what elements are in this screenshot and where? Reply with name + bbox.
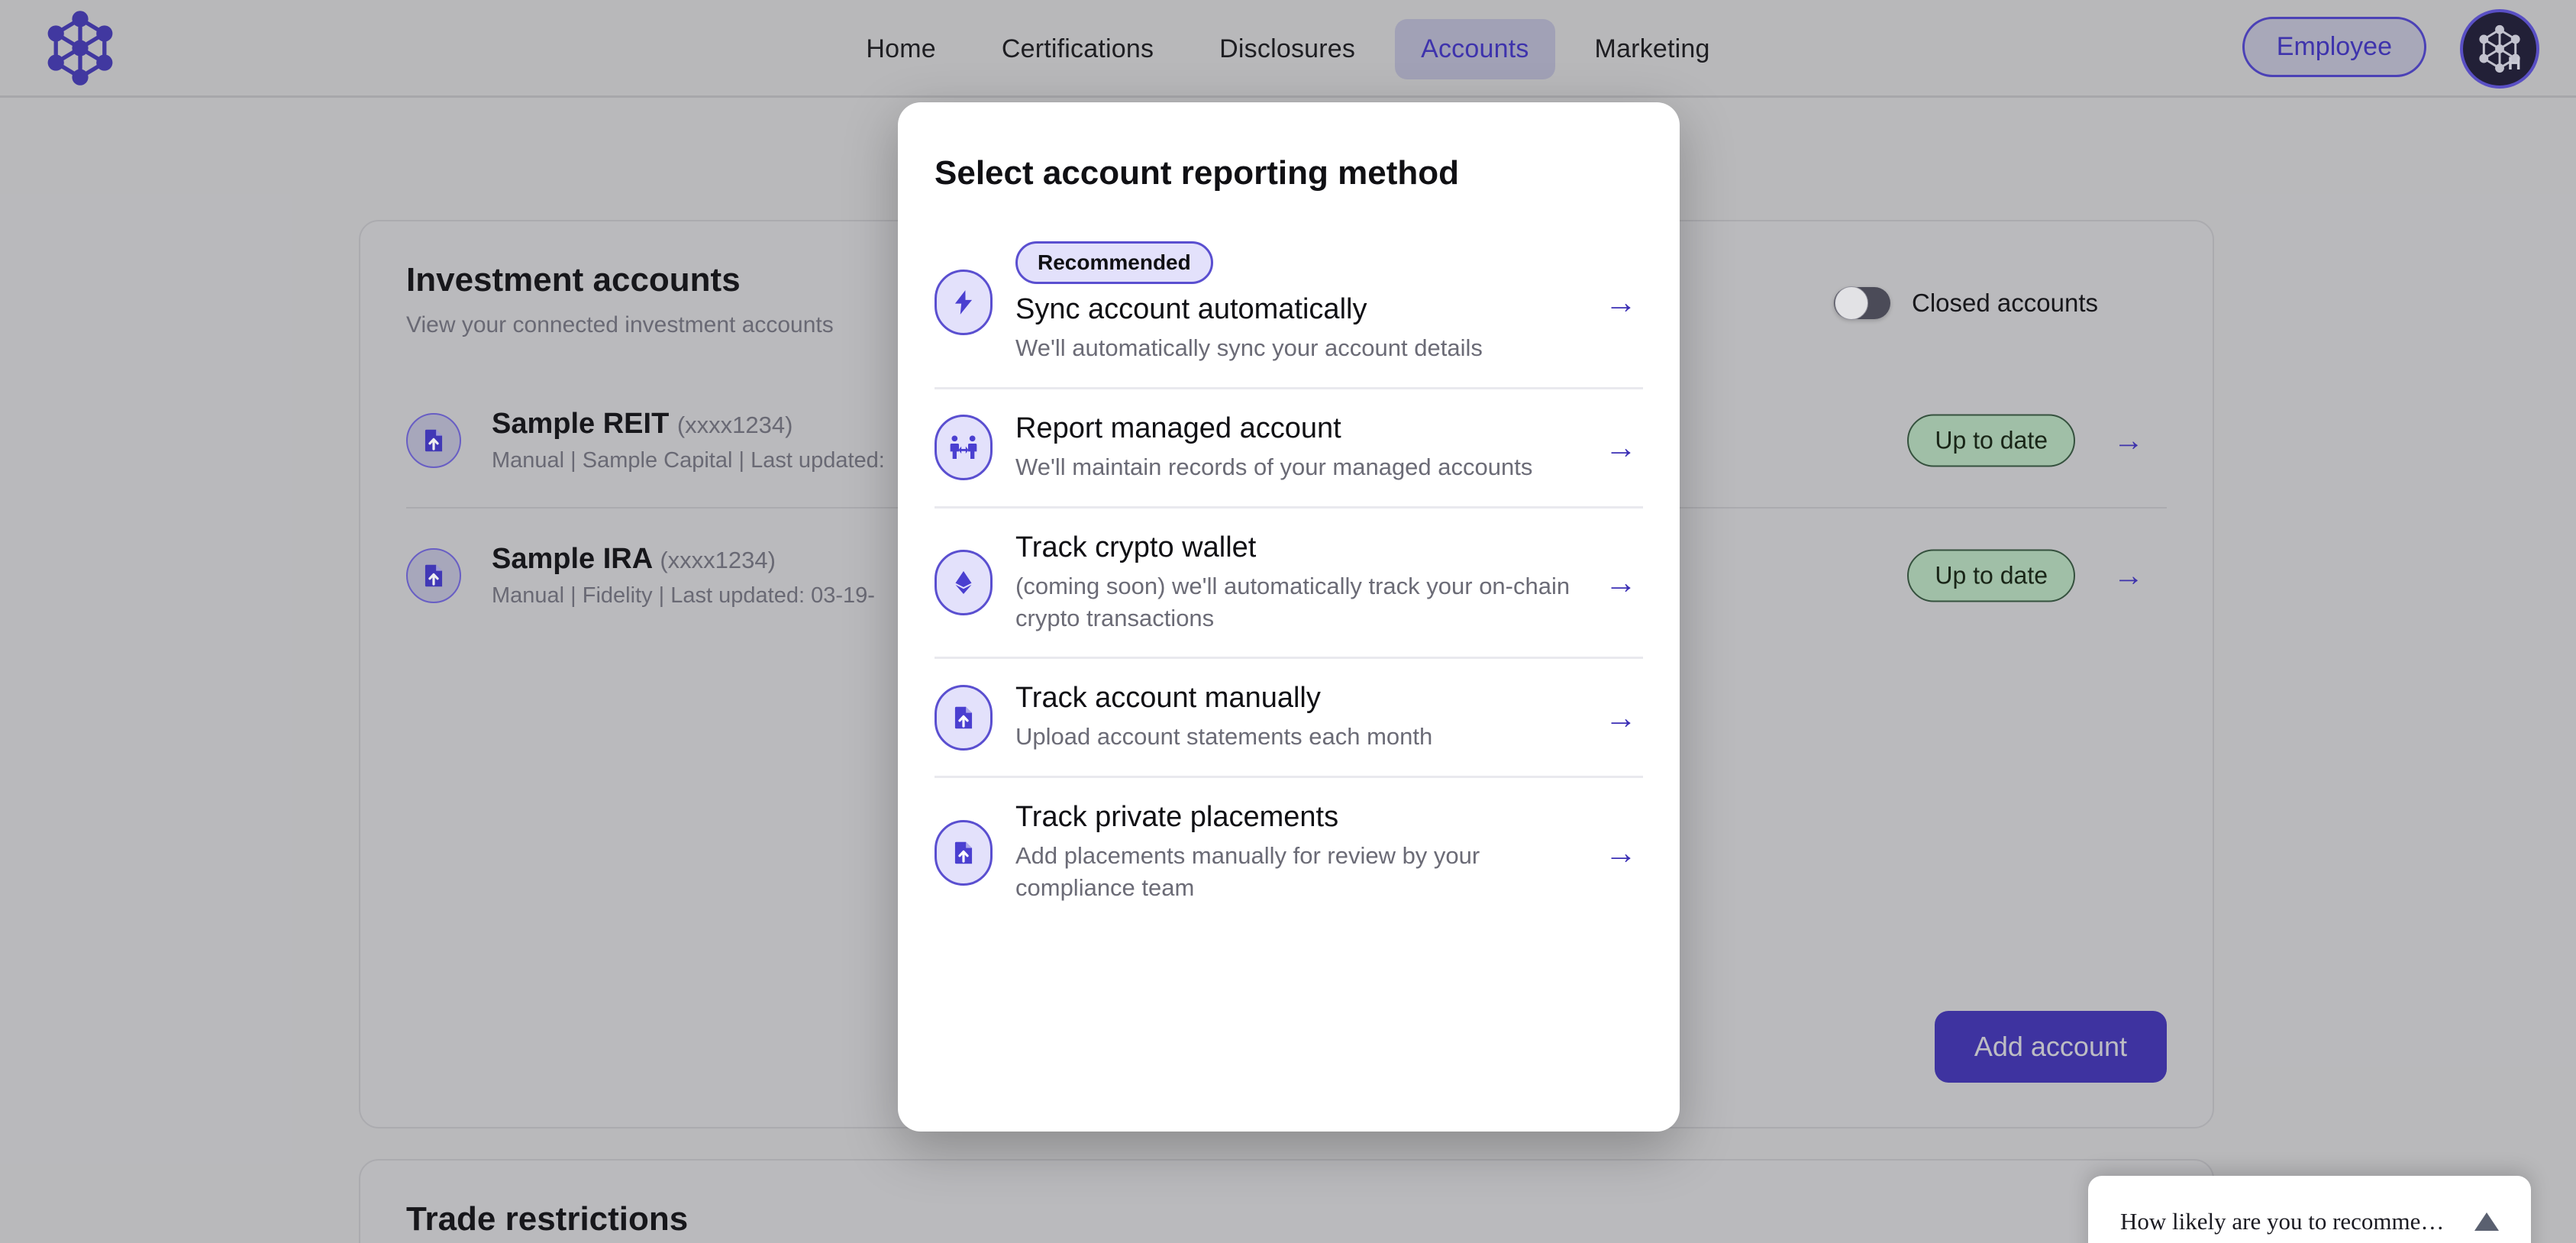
people-handoff-icon — [935, 415, 993, 481]
modal-title: Select account reporting method — [935, 154, 1459, 192]
option-title: Report managed account — [1015, 412, 1341, 444]
option-description: Upload account statements each month — [1015, 723, 1433, 751]
option-title: Track account manually — [1015, 682, 1321, 715]
arrow-right-icon[interactable]: → — [1605, 701, 1637, 734]
document-upload-icon — [935, 819, 993, 886]
arrow-right-icon[interactable]: → — [1605, 431, 1637, 463]
option-title: Track crypto wallet — [1015, 531, 1257, 563]
option-sync-account-automatically[interactable]: Recommended Sync account automatically W… — [935, 218, 1643, 389]
document-upload-icon — [935, 684, 993, 751]
arrow-right-icon[interactable]: → — [1605, 567, 1637, 599]
option-track-account-manually[interactable]: Track account manually Upload account st… — [935, 659, 1643, 779]
ethereum-icon — [935, 550, 993, 616]
option-title: Sync account automatically — [1015, 293, 1367, 325]
option-title: Track private placements — [1015, 801, 1339, 834]
arrow-right-icon[interactable]: → — [1605, 286, 1637, 318]
arrow-right-icon[interactable]: → — [1605, 836, 1637, 869]
option-body: Track crypto wallet (coming soon) we'll … — [1015, 531, 1643, 634]
survey-question: How likely are you to recommen… — [2120, 1208, 2455, 1235]
option-description: We'll automatically sync your account de… — [1015, 334, 1483, 361]
app-root: Home Certifications Disclosures Accounts… — [0, 0, 2576, 1243]
option-track-crypto-wallet[interactable]: Track crypto wallet (coming soon) we'll … — [935, 508, 1643, 660]
option-body: Track account manually Upload account st… — [1015, 682, 1643, 753]
option-body: Track private placements Add placements … — [1015, 801, 1643, 904]
lightning-bolt-icon — [935, 270, 993, 336]
nps-survey-widget[interactable]: How likely are you to recommen… — [2088, 1176, 2531, 1243]
option-body: Recommended Sync account automatically W… — [1015, 241, 1643, 364]
caret-up-icon[interactable] — [2474, 1212, 2499, 1231]
option-track-private-placements[interactable]: Track private placements Add placements … — [935, 778, 1643, 927]
option-body: Report managed account We'll maintain re… — [1015, 412, 1643, 483]
option-description: We'll maintain records of your managed a… — [1015, 453, 1533, 480]
recommended-badge: Recommended — [1015, 241, 1213, 284]
option-report-managed-account[interactable]: Report managed account We'll maintain re… — [935, 389, 1643, 508]
option-description: (coming soon) we'll automatically track … — [1015, 572, 1570, 631]
reporting-method-options: Recommended Sync account automatically W… — [935, 218, 1643, 927]
option-description: Add placements manually for review by yo… — [1015, 842, 1480, 902]
select-reporting-method-modal: Select account reporting method Recommen… — [898, 102, 1680, 1132]
